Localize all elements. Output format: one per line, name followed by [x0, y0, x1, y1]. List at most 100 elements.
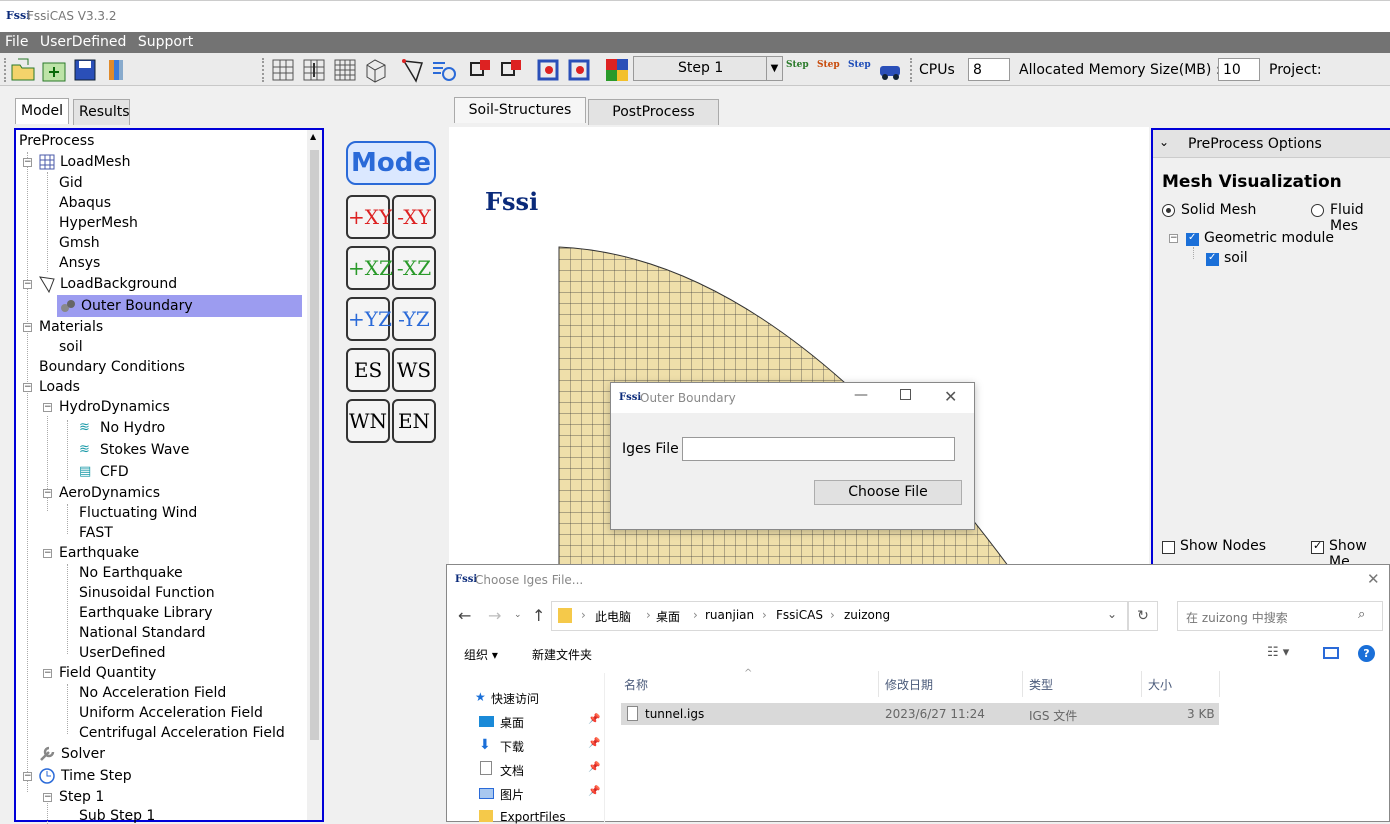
tree-hypermesh[interactable]: HyperMesh [59, 215, 138, 231]
close-icon[interactable]: ✕ [944, 387, 957, 406]
collapse-toggle[interactable]: − [43, 669, 52, 678]
forward-arrow-icon[interactable]: → [488, 606, 501, 625]
column-size[interactable]: 大小 [1148, 676, 1172, 693]
show-mesh-checkbox[interactable]: ✓ [1311, 539, 1324, 554]
minimize-icon[interactable]: — [854, 387, 868, 403]
radio-fluid-mesh[interactable] [1311, 204, 1324, 217]
collapse-toggle[interactable]: − [43, 403, 52, 412]
tree-stokes-wave[interactable]: Stokes Wave [100, 442, 189, 458]
mode-button[interactable]: Mode [346, 141, 436, 185]
tree-fluctuating-wind[interactable]: Fluctuating Wind [79, 505, 197, 521]
grid-plus-icon[interactable] [301, 57, 327, 83]
path-segment[interactable]: 桌面 [656, 608, 680, 625]
search-icon[interactable]: ⌕ [1358, 607, 1365, 622]
collapse-toggle[interactable]: − [23, 323, 32, 332]
tree-soil[interactable]: soil [59, 339, 83, 355]
soil-checkbox[interactable] [1206, 252, 1219, 266]
up-arrow-icon[interactable]: ↑ [532, 606, 545, 625]
save-icon[interactable] [72, 57, 98, 83]
table-row[interactable]: tunnel.igs 2023/6/27 11:24 IGS 文件 3 KB [621, 703, 1219, 725]
nav-downloads[interactable]: 下载 [500, 738, 524, 755]
menu-support[interactable]: Support [133, 32, 193, 50]
tree-fast[interactable]: FAST [79, 525, 113, 541]
tree-loads[interactable]: Loads [39, 379, 80, 395]
collapse-toggle[interactable]: − [1169, 234, 1178, 243]
tree-preprocess[interactable]: PreProcess [19, 133, 94, 149]
tree-outer-boundary[interactable]: Outer Boundary [81, 298, 193, 314]
new-folder-button[interactable]: 新建文件夹 [532, 646, 592, 663]
collapse-toggle[interactable]: − [43, 549, 52, 558]
path-segment[interactable]: FssiCAS [776, 608, 823, 622]
color-palette-icon[interactable] [604, 57, 630, 83]
radio-solid-mesh[interactable] [1162, 204, 1175, 217]
view-plus-xz-button[interactable]: +XZ [346, 246, 393, 290]
tree-hydrodynamics[interactable]: HydroDynamics [59, 399, 170, 415]
path-segment[interactable]: ruanjian [705, 608, 754, 622]
scroll-up-icon[interactable]: ▲ [310, 132, 316, 141]
preview-pane-icon[interactable] [1323, 647, 1339, 659]
view-ws-button[interactable]: WS [392, 348, 436, 392]
search-box[interactable]: 在 zuizong 中搜索 ⌕ [1177, 601, 1383, 631]
step-green-button[interactable]: Step [786, 60, 809, 70]
choose-file-button[interactable]: Choose File [814, 480, 962, 505]
collapse-toggle[interactable]: − [23, 280, 32, 289]
tree-loadmesh[interactable]: LoadMesh [60, 154, 130, 170]
tree-sinusoidal[interactable]: Sinusoidal Function [79, 585, 215, 601]
tree-aerodynamics[interactable]: AeroDynamics [59, 485, 160, 501]
iges-file-input[interactable] [682, 437, 955, 461]
tree-step1[interactable]: Step 1 [59, 789, 104, 805]
tree-earthquake[interactable]: Earthquake [59, 545, 139, 561]
grid-fine-icon[interactable] [332, 57, 358, 83]
collapse-toggle[interactable]: − [43, 489, 52, 498]
address-bar[interactable]: › 此电脑 › 桌面 › ruanjian › FssiCAS › zuizon… [551, 601, 1128, 631]
view-wn-button[interactable]: WN [346, 399, 390, 443]
tree-gmsh[interactable]: Gmsh [59, 235, 100, 251]
step-blue-button[interactable]: Step [848, 60, 871, 70]
tree-uniform-acceleration[interactable]: Uniform Acceleration Field [79, 705, 263, 721]
tree-field-quantity[interactable]: Field Quantity [59, 665, 156, 681]
tree-ansys[interactable]: Ansys [59, 255, 100, 271]
view-minus-yz-button[interactable]: -YZ [392, 297, 436, 341]
step-orange-button[interactable]: Step [817, 60, 840, 70]
view-plus-xy-button[interactable]: +XY [346, 195, 392, 239]
collapse-toggle[interactable]: − [23, 383, 32, 392]
view-en-button[interactable]: EN [392, 399, 436, 443]
boundary-icon[interactable] [400, 57, 426, 83]
run-vehicle-icon[interactable] [878, 58, 904, 82]
back-arrow-icon[interactable]: ← [458, 606, 471, 625]
tab-results[interactable]: Results [73, 99, 130, 125]
step-select[interactable]: Step 1 ▼ [633, 56, 783, 81]
tree-no-hydro[interactable]: No Hydro [100, 420, 165, 436]
element-remove-icon[interactable] [567, 57, 593, 83]
memory-input[interactable]: 10 [1218, 58, 1260, 81]
node-add-icon[interactable] [468, 57, 494, 83]
view-minus-xz-button[interactable]: -XZ [392, 246, 436, 290]
open-folder-icon[interactable] [10, 57, 36, 83]
maximize-icon[interactable] [900, 389, 911, 400]
tree-abaqus[interactable]: Abaqus [59, 195, 111, 211]
chevron-down-icon[interactable]: ⌄ [1107, 607, 1117, 621]
geometric-module-checkbox[interactable] [1186, 232, 1199, 246]
collapse-toggle[interactable]: − [23, 772, 32, 781]
nav-documents[interactable]: 文档 [500, 762, 524, 779]
scroll-thumb[interactable] [310, 150, 319, 740]
column-date[interactable]: 修改日期 [885, 676, 933, 693]
close-icon[interactable]: ✕ [1367, 570, 1380, 588]
tree-no-earthquake[interactable]: No Earthquake [79, 565, 183, 581]
view-plus-yz-button[interactable]: +YZ [346, 297, 392, 341]
tree-national-standard[interactable]: National Standard [79, 625, 205, 641]
column-name[interactable]: 名称 [624, 676, 648, 693]
node-remove-icon[interactable] [499, 57, 525, 83]
nav-pictures[interactable]: 图片 [500, 786, 524, 803]
chevron-down-icon[interactable]: ⌄ [514, 610, 522, 620]
tree-scrollbar[interactable]: ▲ [307, 130, 322, 820]
nav-quick-access[interactable]: 快速访问 [491, 690, 539, 707]
time-list-icon[interactable] [431, 57, 457, 83]
path-segment[interactable]: zuizong [844, 608, 890, 622]
books-icon[interactable] [103, 57, 129, 83]
view-es-button[interactable]: ES [346, 348, 390, 392]
new-project-icon[interactable] [41, 57, 67, 83]
tab-model[interactable]: Model [15, 98, 69, 124]
path-segment[interactable]: 此电脑 [595, 608, 631, 625]
tree-no-acceleration[interactable]: No Acceleration Field [79, 685, 226, 701]
